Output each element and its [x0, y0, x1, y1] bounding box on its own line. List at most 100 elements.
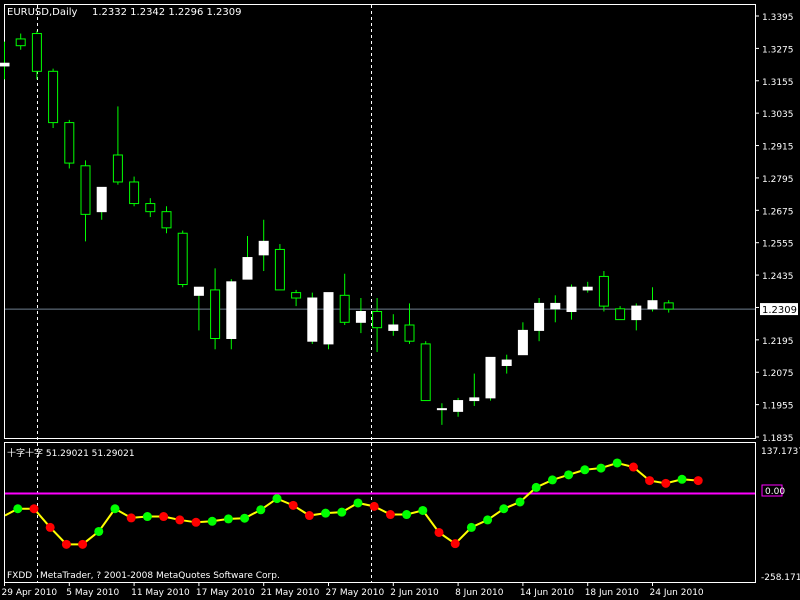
- candle: [210, 268, 221, 350]
- candle: [96, 186, 107, 220]
- candle-body: [242, 257, 253, 280]
- indicator-dot: [159, 512, 169, 522]
- price-tick-label: 1.1835: [762, 434, 794, 444]
- indicator-dot: [256, 505, 266, 515]
- candle: [501, 354, 512, 374]
- candle-body: [291, 292, 302, 299]
- candle-body: [615, 308, 626, 321]
- time-tick-label: 17 May 2010: [196, 588, 255, 598]
- price-axis: 1.3395 1.3275 1.3155 1.3035 1.2915 1.2795 1.26…: [755, 13, 794, 444]
- candle: [469, 373, 480, 406]
- price-tick-label: 1.2555: [762, 240, 794, 250]
- candle-body: [469, 397, 480, 402]
- candle: [258, 219, 269, 272]
- time-tick-label: 27 May 2010: [326, 588, 385, 598]
- main-panel-frame: [4, 4, 756, 439]
- candle: [598, 271, 609, 312]
- indicator-dot: [661, 478, 671, 488]
- indicator-dot: [531, 482, 541, 492]
- candle-body: [96, 186, 107, 213]
- candle: [226, 279, 237, 350]
- candle-body: [420, 343, 431, 402]
- indicator-dot: [61, 539, 71, 549]
- candle-body: [64, 122, 75, 164]
- indicator-dot: [693, 476, 703, 486]
- candle: [112, 106, 123, 185]
- chart-ohlc: 1.2332 1.2342 1.2296 1.2309: [92, 7, 242, 18]
- candle-body: [339, 294, 350, 323]
- indicator-dot: [272, 494, 282, 504]
- indicator-dot: [94, 526, 104, 536]
- candle: [177, 230, 188, 288]
- indicator-dot: [207, 516, 217, 526]
- candle: [64, 119, 75, 169]
- price-tick-label: 1.2915: [762, 143, 794, 153]
- candle-body: [210, 289, 221, 339]
- candle: [48, 68, 59, 128]
- candle-body: [485, 356, 496, 399]
- price-tick-label: 1.3395: [762, 13, 794, 23]
- time-tick-label: 11 May 2010: [131, 588, 190, 598]
- indicator-label: 十字十字 51.29021 51.29021: [7, 447, 135, 459]
- indicator-dot: [110, 504, 120, 514]
- candle-body: [501, 359, 512, 366]
- candle-body: [550, 302, 561, 310]
- candle-body: [161, 211, 172, 229]
- indicator-dot: [612, 458, 622, 468]
- candle-body: [517, 329, 528, 356]
- price-tick-label: 1.2435: [762, 272, 794, 282]
- indicator-dot: [385, 510, 395, 520]
- candle-body: [15, 38, 26, 47]
- candle: [436, 403, 447, 425]
- indicator-dot: [142, 512, 152, 522]
- indicator-dot: [499, 504, 509, 514]
- candle-body: [598, 275, 609, 307]
- time-tick-label: 29 Apr 2010: [2, 588, 58, 598]
- candle-body: [647, 300, 658, 310]
- price-tick-label: 1.1955: [762, 402, 794, 412]
- candle: [550, 295, 561, 323]
- price-tick-label: 1.3035: [762, 110, 794, 120]
- candle: [631, 303, 642, 331]
- candle: [145, 198, 156, 218]
- indicator-dot: [45, 522, 55, 532]
- price-tick-label: 1.2675: [762, 207, 794, 217]
- indicator-dot: [78, 539, 88, 549]
- candle-body: [0, 62, 10, 67]
- time-tick-label: 24 Jun 2010: [650, 588, 704, 598]
- candle-body: [31, 33, 42, 72]
- indicator-dot: [223, 514, 233, 524]
- indicator-dot: [547, 475, 557, 485]
- candle-body: [226, 281, 237, 339]
- indicator-dot: [402, 510, 412, 520]
- time-tick-label: 2 Jun 2010: [390, 588, 439, 598]
- candle: [31, 30, 42, 80]
- indicator-dot: [175, 515, 185, 525]
- current-price-tag: 1.2309: [762, 305, 797, 316]
- indicator-dot: [304, 511, 314, 521]
- price-tick-label: 1.2075: [762, 369, 794, 379]
- candle: [129, 176, 140, 207]
- candle-body: [388, 324, 399, 331]
- copyright-text: MetaTrader, ? 2001-2008 MetaQuotes Softw…: [40, 571, 280, 581]
- indicator-dot: [191, 517, 201, 527]
- candle: [291, 289, 302, 307]
- candle-body: [258, 240, 269, 256]
- candle-body: [307, 297, 318, 342]
- candle-body: [663, 302, 674, 310]
- candle: [420, 341, 431, 402]
- candle-body: [274, 248, 285, 291]
- candle-body: [534, 302, 545, 331]
- candle-body: [323, 292, 334, 345]
- candles-layer: [0, 30, 674, 425]
- candle: [355, 298, 366, 334]
- candle-body: [631, 305, 642, 321]
- candle: [453, 397, 464, 417]
- candle: [566, 284, 577, 320]
- indicator-max-label: 137.1737: [761, 447, 800, 457]
- indicator-dot: [466, 522, 476, 532]
- indicator-dot: [369, 501, 379, 511]
- candle-body: [404, 324, 415, 342]
- candle-body: [129, 181, 140, 205]
- candle: [647, 287, 658, 312]
